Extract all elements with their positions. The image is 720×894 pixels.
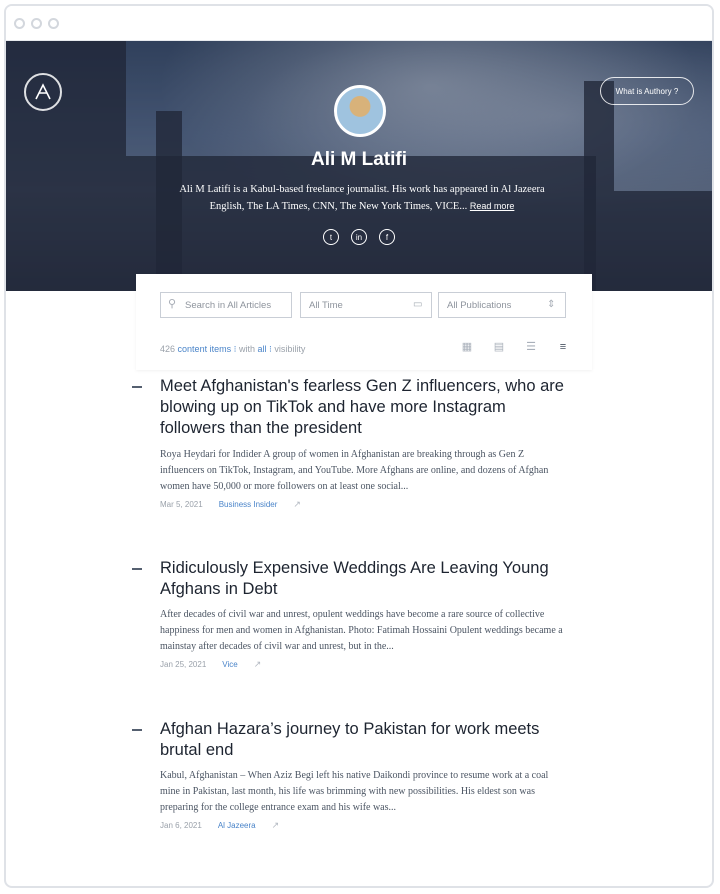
window-titlebar (6, 6, 712, 41)
calendar-icon: ▭ (413, 299, 423, 310)
window-control-maximize[interactable] (48, 17, 59, 29)
profile-avatar (334, 85, 386, 137)
article-item: Afghan Hazara’s journey to Pakistan for … (132, 719, 592, 839)
authory-logo-icon[interactable] (24, 73, 62, 111)
article-excerpt: Kabul, Afghanistan – When Aziz Begi left… (160, 770, 549, 813)
external-link-icon[interactable]: ↗ (272, 820, 280, 831)
facebook-icon[interactable]: f (379, 229, 395, 245)
article-excerpt: Roya Heydari for Indider A group of wome… (160, 449, 549, 492)
what-is-authory-button[interactable]: What is Authory ? (600, 77, 694, 105)
article-date: Jan 25, 2021 (160, 660, 207, 669)
article-meta: Mar 5, 2021 Business Insider ↗ (160, 499, 301, 510)
publication-filter[interactable]: All Publications ⇕ (438, 292, 566, 318)
search-placeholder: Search in All Articles (185, 299, 272, 311)
window-control-close[interactable] (14, 17, 25, 29)
logo-mark-icon (35, 83, 51, 100)
search-icon: ⚲ (168, 298, 177, 310)
article-title[interactable]: Afghan Hazara’s journey to Pakistan for … (160, 719, 570, 761)
time-filter[interactable]: All Time ▭ (300, 292, 432, 318)
results-meta: 426 content items ⁝ with all ⁝ visibilit… (160, 344, 305, 355)
search-input[interactable]: ⚲ Search in All Articles (160, 292, 292, 318)
external-link-icon[interactable]: ↗ (293, 499, 301, 510)
article-title[interactable]: Meet Afghanistan's fearless Gen Z influe… (160, 376, 570, 439)
list-view-icon[interactable]: ≡ (556, 340, 570, 354)
visibility-label: visibility (274, 344, 306, 354)
card-view-icon[interactable]: ▤ (492, 340, 506, 354)
article-publication-link[interactable]: Al Jazeera (218, 821, 256, 830)
external-link-icon[interactable]: ↗ (254, 659, 262, 670)
window-control-minimize[interactable] (31, 17, 42, 29)
view-mode-switcher: ▦ ▤ ☰ ≡ (460, 340, 570, 354)
profile-bio: Ali M Latifi is a Kabul-based freelance … (166, 181, 558, 215)
article-meta: Jan 25, 2021 Vice ↗ (160, 659, 261, 670)
article-dash (132, 386, 142, 388)
visibility-dropdown[interactable]: all ⁝ (258, 344, 272, 354)
profile-name: Ali M Latifi (310, 149, 408, 170)
publication-filter-value: All Publications (447, 299, 512, 311)
article-item: Meet Afghanistan's fearless Gen Z influe… (132, 376, 592, 516)
article-meta: Jan 6, 2021 Al Jazeera ↗ (160, 820, 279, 831)
article-title[interactable]: Ridiculously Expensive Weddings Are Leav… (160, 558, 570, 600)
filter-panel: ⚲ Search in All Articles All Time ▭ All … (136, 274, 592, 370)
twitter-icon[interactable]: t (323, 229, 339, 245)
chevron-updown-icon: ⇕ (547, 299, 556, 310)
read-more-link[interactable]: Read more (470, 201, 515, 211)
profile-hero: What is Authory ? Ali M Latifi Ali M Lat… (6, 41, 712, 291)
article-date: Mar 5, 2021 (160, 500, 203, 509)
content-items-dropdown[interactable]: content items ⁝ (178, 344, 237, 354)
grid-view-icon[interactable]: ▦ (460, 340, 474, 354)
browser-window: What is Authory ? Ali M Latifi Ali M Lat… (4, 4, 714, 888)
article-dash (132, 568, 142, 570)
linkedin-icon[interactable]: in (351, 229, 367, 245)
compact-list-view-icon[interactable]: ☰ (524, 340, 538, 354)
article-publication-link[interactable]: Vice (222, 660, 237, 669)
with-label: with (238, 344, 255, 354)
content-items-label: content items (177, 344, 232, 354)
article-excerpt: After decades of civil war and unrest, o… (160, 609, 563, 652)
time-filter-value: All Time (309, 299, 343, 311)
article-item: Ridiculously Expensive Weddings Are Leav… (132, 558, 592, 678)
content-count: 426 (160, 344, 176, 354)
article-publication-link[interactable]: Business Insider (219, 500, 278, 509)
visibility-value: all (257, 344, 267, 354)
social-links: t in f (6, 229, 712, 245)
article-date: Jan 6, 2021 (160, 821, 202, 830)
article-dash (132, 729, 142, 731)
